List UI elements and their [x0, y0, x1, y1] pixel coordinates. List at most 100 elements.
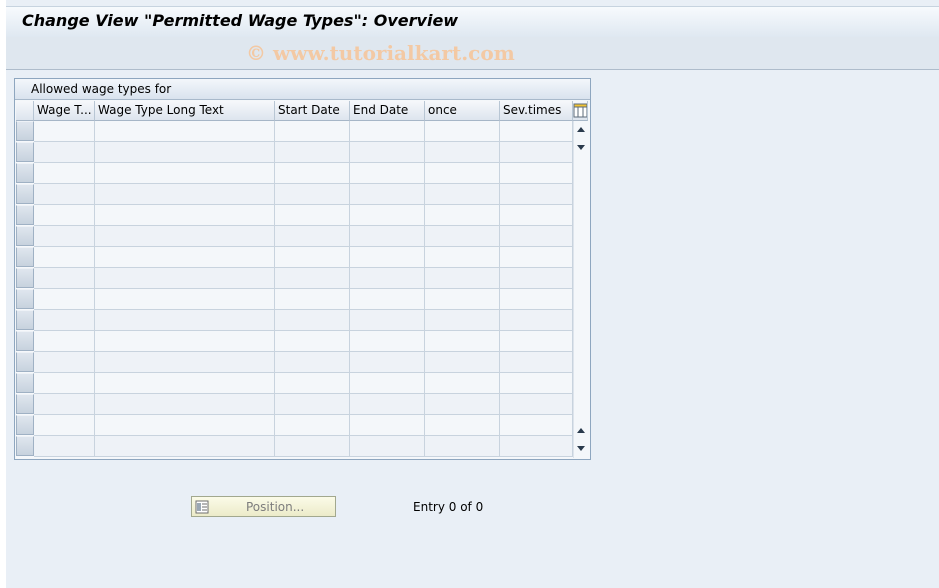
column-header-wage-type[interactable]: Wage T... — [34, 101, 95, 121]
table-cell[interactable] — [425, 226, 500, 247]
table-cell[interactable] — [34, 163, 95, 184]
table-cell[interactable] — [34, 373, 95, 394]
table-cell[interactable] — [350, 142, 425, 163]
table-cell[interactable] — [275, 142, 350, 163]
row-selector[interactable] — [16, 121, 34, 141]
table-cell[interactable] — [350, 415, 425, 436]
scroll-page-down-icon[interactable] — [577, 446, 585, 451]
table-cell[interactable] — [425, 352, 500, 373]
table-cell[interactable] — [500, 142, 573, 163]
table-cell[interactable] — [425, 268, 500, 289]
table-cell[interactable] — [95, 373, 275, 394]
column-settings-icon[interactable] — [573, 102, 588, 119]
scroll-down-icon[interactable] — [577, 145, 585, 150]
row-selector[interactable] — [16, 352, 34, 372]
table-cell[interactable] — [275, 205, 350, 226]
table-cell[interactable] — [350, 163, 425, 184]
column-header-end-date[interactable]: End Date — [350, 101, 425, 121]
table-cell[interactable] — [95, 163, 275, 184]
table-cell[interactable] — [500, 247, 573, 268]
table-cell[interactable] — [34, 331, 95, 352]
table-cell[interactable] — [95, 184, 275, 205]
row-selector[interactable] — [16, 163, 34, 183]
table-cell[interactable] — [275, 289, 350, 310]
row-selector[interactable] — [16, 436, 34, 456]
table-cell[interactable] — [350, 352, 425, 373]
table-cell[interactable] — [34, 436, 95, 457]
table-cell[interactable] — [95, 289, 275, 310]
select-all-corner[interactable] — [16, 101, 34, 121]
table-cell[interactable] — [500, 226, 573, 247]
row-selector[interactable] — [16, 205, 34, 225]
table-cell[interactable] — [425, 205, 500, 226]
table-cell[interactable] — [275, 184, 350, 205]
table-cell[interactable] — [350, 268, 425, 289]
table-cell[interactable] — [350, 226, 425, 247]
table-cell[interactable] — [275, 268, 350, 289]
table-cell[interactable] — [500, 268, 573, 289]
table-cell[interactable] — [95, 331, 275, 352]
table-cell[interactable] — [34, 310, 95, 331]
row-selector[interactable] — [16, 226, 34, 246]
table-cell[interactable] — [275, 226, 350, 247]
table-cell[interactable] — [500, 289, 573, 310]
table-cell[interactable] — [425, 394, 500, 415]
table-cell[interactable] — [350, 121, 425, 142]
table-cell[interactable] — [350, 184, 425, 205]
table-cell[interactable] — [95, 247, 275, 268]
table-cell[interactable] — [425, 142, 500, 163]
table-cell[interactable] — [275, 121, 350, 142]
table-cell[interactable] — [425, 436, 500, 457]
table-cell[interactable] — [500, 394, 573, 415]
row-selector[interactable] — [16, 373, 34, 393]
position-button[interactable]: Position... — [191, 496, 336, 517]
table-cell[interactable] — [500, 373, 573, 394]
table-cell[interactable] — [425, 289, 500, 310]
table-cell[interactable] — [425, 373, 500, 394]
table-cell[interactable] — [275, 394, 350, 415]
table-cell[interactable] — [500, 310, 573, 331]
table-cell[interactable] — [95, 226, 275, 247]
row-selector[interactable] — [16, 415, 34, 435]
table-cell[interactable] — [350, 331, 425, 352]
table-cell[interactable] — [425, 310, 500, 331]
table-cell[interactable] — [500, 163, 573, 184]
table-cell[interactable] — [95, 268, 275, 289]
row-selector[interactable] — [16, 394, 34, 414]
table-cell[interactable] — [350, 289, 425, 310]
vertical-scrollbar[interactable] — [573, 121, 589, 458]
table-cell[interactable] — [425, 184, 500, 205]
column-header-once[interactable]: once — [425, 101, 500, 121]
table-cell[interactable] — [95, 352, 275, 373]
table-cell[interactable] — [34, 184, 95, 205]
table-cell[interactable] — [500, 352, 573, 373]
row-selector[interactable] — [16, 268, 34, 288]
table-cell[interactable] — [275, 247, 350, 268]
row-selector[interactable] — [16, 142, 34, 162]
table-cell[interactable] — [425, 331, 500, 352]
table-cell[interactable] — [275, 352, 350, 373]
table-cell[interactable] — [275, 310, 350, 331]
table-cell[interactable] — [500, 184, 573, 205]
table-cell[interactable] — [275, 415, 350, 436]
table-cell[interactable] — [95, 121, 275, 142]
row-selector[interactable] — [16, 310, 34, 330]
table-cell[interactable] — [95, 436, 275, 457]
table-cell[interactable] — [34, 226, 95, 247]
table-cell[interactable] — [500, 205, 573, 226]
table-cell[interactable] — [95, 415, 275, 436]
table-cell[interactable] — [95, 310, 275, 331]
table-cell[interactable] — [275, 331, 350, 352]
scroll-up-icon[interactable] — [577, 127, 585, 132]
table-cell[interactable] — [500, 415, 573, 436]
table-cell[interactable] — [425, 121, 500, 142]
table-cell[interactable] — [34, 415, 95, 436]
table-cell[interactable] — [275, 163, 350, 184]
table-cell[interactable] — [34, 268, 95, 289]
table-cell[interactable] — [275, 373, 350, 394]
table-cell[interactable] — [275, 436, 350, 457]
table-cell[interactable] — [350, 394, 425, 415]
scroll-page-up-icon[interactable] — [577, 428, 585, 433]
table-cell[interactable] — [95, 205, 275, 226]
row-selector[interactable] — [16, 184, 34, 204]
